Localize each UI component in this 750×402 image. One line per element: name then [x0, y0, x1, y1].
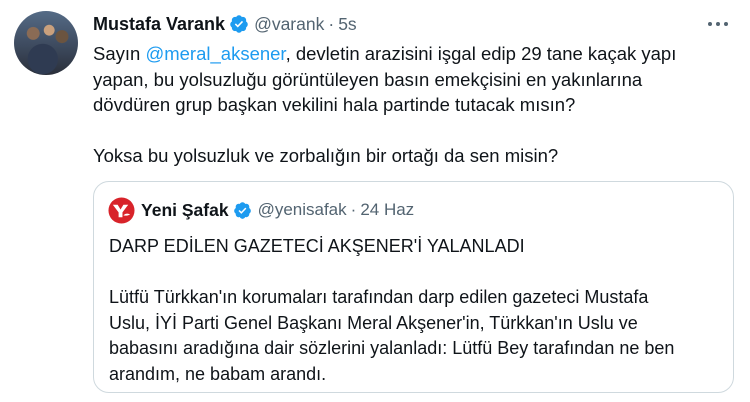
verified-badge-icon [233, 201, 251, 219]
tweet-line-2: yapan, bu yolsuzluğu görüntüleyen basın … [93, 68, 643, 90]
tweet-line-4: Yoksa bu yolsuzluk ve zorbalığın bir ort… [93, 145, 559, 166]
tweet-line-1: Sayın @meral_aksener, devletin arazisini… [93, 41, 733, 67]
quoted-author-name[interactable]: Yeni Şafak [141, 200, 229, 221]
tweet-line-1-pre: Sayın [93, 43, 146, 64]
separator-dot: · [350, 200, 357, 219]
quoted-tweet[interactable]: Yeni Şafak @yenisafak · 24 Haz DARP EDİL… [93, 181, 734, 393]
mention-link[interactable]: @meral_aksener [145, 43, 285, 64]
tweet[interactable]: Mustafa Varank @varank · 5s Sayın @meral… [0, 0, 750, 402]
quoted-date[interactable]: 24 Haz [360, 200, 414, 220]
tweet-line-1-post: , devletin arazisini işgal edip 29 tane … [285, 43, 677, 64]
tweet-header: Mustafa Varank @varank · 5s [93, 12, 357, 36]
more-horizontal-icon[interactable] [706, 14, 730, 34]
verified-badge-icon [230, 15, 248, 33]
author-handle[interactable]: @varank [254, 14, 324, 35]
quoted-line-1: Lütfü Türkkan'ın korumaları tarafından d… [109, 287, 649, 307]
quoted-line-4: arandım, ne babam arandı. [109, 363, 327, 384]
quoted-headline: DARP EDİLEN GAZETECİ AKŞENER'İ YALANLADI [109, 236, 525, 256]
timestamp[interactable]: 5s [338, 14, 356, 35]
author-name[interactable]: Mustafa Varank [93, 14, 225, 35]
tweet-text: Sayın @meral_aksener, devletin arazisini… [93, 41, 733, 169]
quoted-tweet-text: DARP EDİLEN GAZETECİ AKŞENER'İ YALANLADI… [109, 234, 729, 387]
avatar[interactable] [14, 11, 78, 75]
yeni-safak-logo-icon[interactable] [108, 196, 135, 224]
tweet-line-3: dövdüren grup başkan vekilini hala parti… [93, 94, 576, 115]
separator-dot: · [328, 13, 335, 34]
quoted-author-handle[interactable]: @yenisafak [258, 200, 347, 220]
quoted-line-2: Uslu, İYİ Parti Genel Başkanı Meral Akşe… [109, 312, 638, 333]
quoted-line-3: babasını aradığına dair sözlerini yalanl… [109, 338, 675, 358]
quoted-tweet-header: Yeni Şafak @yenisafak · 24 Haz [108, 196, 414, 224]
